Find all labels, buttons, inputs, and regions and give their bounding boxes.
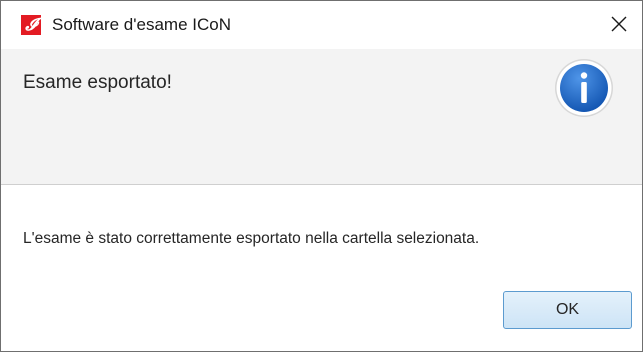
title-bar: 𝓘 Software d'esame ICoN bbox=[1, 1, 642, 49]
dialog-header bbox=[1, 49, 642, 185]
info-icon bbox=[555, 59, 613, 117]
dialog-content: L'esame è stato correttamente esportato … bbox=[1, 185, 642, 351]
close-icon bbox=[611, 16, 627, 32]
app-logo-icon: 𝓘 bbox=[21, 15, 41, 35]
close-button[interactable] bbox=[596, 1, 642, 47]
header-text: Esame esportato! bbox=[23, 72, 172, 93]
dialog-window: 𝓘 Software d'esame ICoN Esame esportato!… bbox=[0, 0, 643, 352]
ok-button[interactable]: OK bbox=[503, 291, 632, 329]
window-title: Software d'esame ICoN bbox=[52, 15, 231, 34]
message-text: L'esame è stato correttamente esportato … bbox=[23, 230, 480, 247]
